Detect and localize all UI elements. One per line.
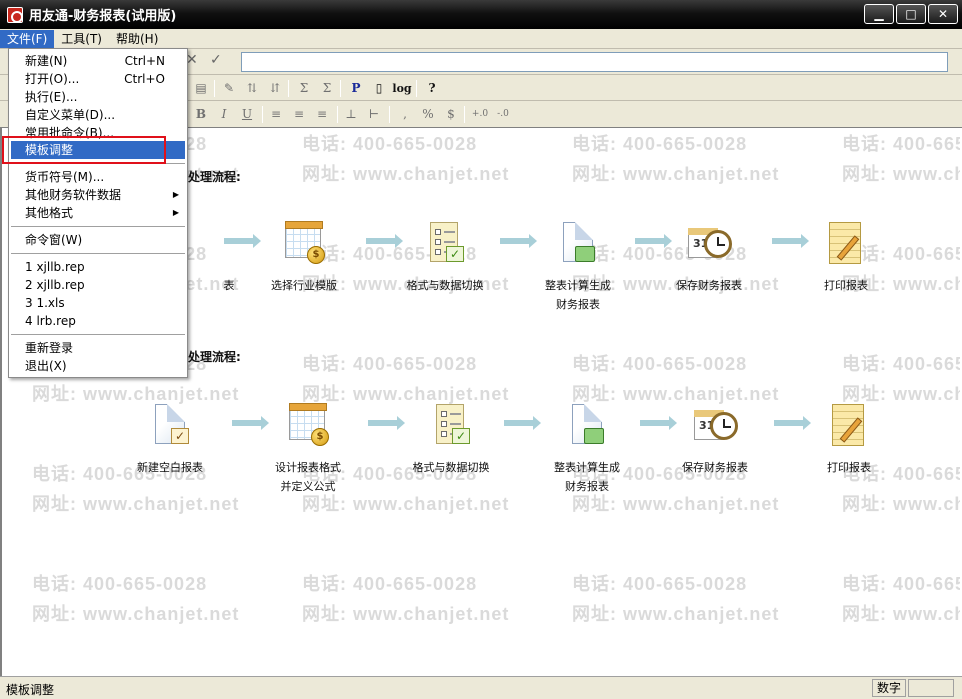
flow2-step-format-data-toggle[interactable]: ✓ 格式与数据切换 [396, 402, 506, 477]
menu-item-open[interactable]: 打开(O)... Ctrl+O [11, 70, 185, 88]
notepad-pencil-icon [823, 220, 869, 266]
new-document-icon: ✓ [147, 402, 193, 448]
p-icon[interactable]: P [346, 79, 366, 97]
file-menu: 新建(N) Ctrl+N 打开(O)... Ctrl+O 执行(E)... 自定义菜… [8, 48, 188, 378]
minimize-button[interactable]: ▁ [864, 4, 894, 24]
notepad-pencil-icon [826, 402, 872, 448]
checklist-icon: ✓ [422, 220, 468, 266]
close-button[interactable]: ✕ [928, 4, 958, 24]
menu-item-recent-4[interactable]: 4 lrb.rep [11, 312, 185, 330]
maximize-button[interactable]: □ [896, 4, 926, 24]
menu-item-recent-1[interactable]: 1 xjllb.rep [11, 258, 185, 276]
flow1-step-calculate[interactable]: 整表计算生成 财务报表 [523, 220, 633, 314]
menu-item-command-window[interactable]: 命令窗(W) [11, 231, 185, 249]
status-text: 模板调整 [6, 683, 55, 697]
sort-desc-icon[interactable]: ⇵ [265, 79, 285, 97]
flow2-step-label: 新建空白报表 [137, 461, 203, 474]
flow1-step-format-data-toggle[interactable]: ✓ 格式与数据切换 [390, 220, 500, 295]
paste-icon[interactable]: ▤ [191, 79, 211, 97]
bold-icon[interactable]: B [191, 105, 211, 123]
calculate-document-icon [564, 402, 610, 448]
menu-help[interactable]: 帮助(H) [109, 30, 165, 48]
flow1-step-label: 打印报表 [824, 279, 868, 292]
status-num-lock: 数字 [872, 679, 906, 697]
menu-tools[interactable]: 工具(T) [54, 30, 109, 48]
formula-input[interactable] [241, 52, 948, 72]
menu-item-exit[interactable]: 退出(X) [11, 357, 185, 375]
flow2-step-label: 整表计算生成 财务报表 [554, 461, 620, 493]
flow2-step-label: 打印报表 [827, 461, 871, 474]
menu-item-new[interactable]: 新建(N) Ctrl+N [11, 52, 185, 70]
submenu-arrow-icon: ▶ [172, 190, 179, 199]
checklist-icon: ✓ [428, 402, 474, 448]
flow2-step-new-blank[interactable]: ✓ 新建空白报表 [115, 402, 225, 477]
align-left-icon[interactable]: ≡ [266, 105, 286, 123]
flow1-step-label: 整表计算生成 财务报表 [545, 279, 611, 311]
confirm-check-icon[interactable]: ✓ [210, 52, 222, 68]
column-width-icon[interactable]: ⊢ [364, 105, 384, 123]
annotation-highlight-box [2, 136, 166, 164]
italic-icon[interactable]: I [214, 105, 234, 123]
menu-bar: 文件(F) 工具(T) 帮助(H) [0, 29, 962, 49]
menu-item-execute[interactable]: 执行(E)... [11, 88, 185, 106]
flow2-step-save[interactable]: 31 保存财务报表 [660, 402, 770, 477]
currency-icon[interactable]: $ [441, 105, 461, 123]
flow1-step-label: 选择行业模版 [271, 279, 337, 292]
decrease-decimal-icon[interactable]: -.0 [493, 105, 513, 123]
flow2-step-label: 格式与数据切换 [412, 461, 490, 474]
page-icon[interactable]: ▯ [369, 79, 389, 97]
menu-item-other-software-data[interactable]: 其他财务软件数据 ▶ [11, 186, 185, 204]
flow-arrow [368, 416, 405, 430]
sum-special-icon[interactable]: Σ [317, 79, 337, 97]
flow2-title: 处理流程: [188, 350, 241, 364]
calendar-clock-icon: 31 [692, 402, 738, 448]
app-icon [7, 6, 23, 23]
menu-item-custom-menu[interactable]: 自定义菜单(D)... [11, 106, 185, 124]
menu-item-currency-symbol[interactable]: 货币符号(M)... [11, 168, 185, 186]
flow1-step-industry-template[interactable]: $ 选择行业模版 [249, 220, 359, 295]
percent-icon[interactable]: % [418, 105, 438, 123]
calculate-document-icon [555, 220, 601, 266]
align-center-icon[interactable]: ≡ [289, 105, 309, 123]
flow1-step-save[interactable]: 31 保存财务报表 [654, 220, 764, 295]
flow-arrow [504, 416, 541, 430]
row-height-icon[interactable]: ⊥ [341, 105, 361, 123]
status-panel [908, 679, 954, 697]
menu-item-recent-2[interactable]: 2 xjllb.rep [11, 276, 185, 294]
menu-item-other-formats[interactable]: 其他格式 ▶ [11, 204, 185, 222]
menu-item-recent-3[interactable]: 3 1.xls [11, 294, 185, 312]
underline-icon[interactable]: U [237, 105, 257, 123]
log-icon[interactable]: log [392, 79, 412, 97]
submenu-arrow-icon: ▶ [172, 208, 179, 217]
sum-icon[interactable]: Σ [294, 79, 314, 97]
menu-file[interactable]: 文件(F) [0, 29, 55, 48]
window-title: 用友通-财务报表(试用版) [29, 9, 177, 24]
menu-item-relogin[interactable]: 重新登录 [11, 339, 185, 357]
flow2-step-label: 保存财务报表 [682, 461, 748, 474]
flow2-step-design-format[interactable]: $ 设计报表格式 并定义公式 [253, 402, 363, 496]
flow1-step-label: 保存财务报表 [676, 279, 742, 292]
title-bar: 用友通-财务报表(试用版) ▁ □ ✕ [0, 0, 962, 29]
flow1-step-print[interactable]: 打印报表 [791, 220, 901, 295]
sort-asc-icon[interactable]: ⇅ [242, 79, 262, 97]
calendar-clock-icon: 31 [686, 220, 732, 266]
format-painter-icon[interactable]: ✎ [219, 79, 239, 97]
flow2-step-print[interactable]: 打印报表 [794, 402, 904, 477]
comma-icon[interactable]: , [395, 105, 415, 123]
status-bar: 模板调整 数字 [0, 676, 962, 699]
template-calendar-icon: $ [281, 220, 327, 266]
flow2-step-calculate[interactable]: 整表计算生成 财务报表 [532, 402, 642, 496]
increase-decimal-icon[interactable]: +.0 [470, 105, 490, 123]
flow2-step-label: 设计报表格式 并定义公式 [275, 461, 341, 493]
flow1-step-label: 格式与数据切换 [406, 279, 484, 292]
help-icon[interactable]: ? [422, 79, 442, 97]
template-calendar-icon: $ [285, 402, 331, 448]
flow1-title: 处理流程: [188, 170, 241, 184]
align-right-icon[interactable]: ≡ [312, 105, 332, 123]
